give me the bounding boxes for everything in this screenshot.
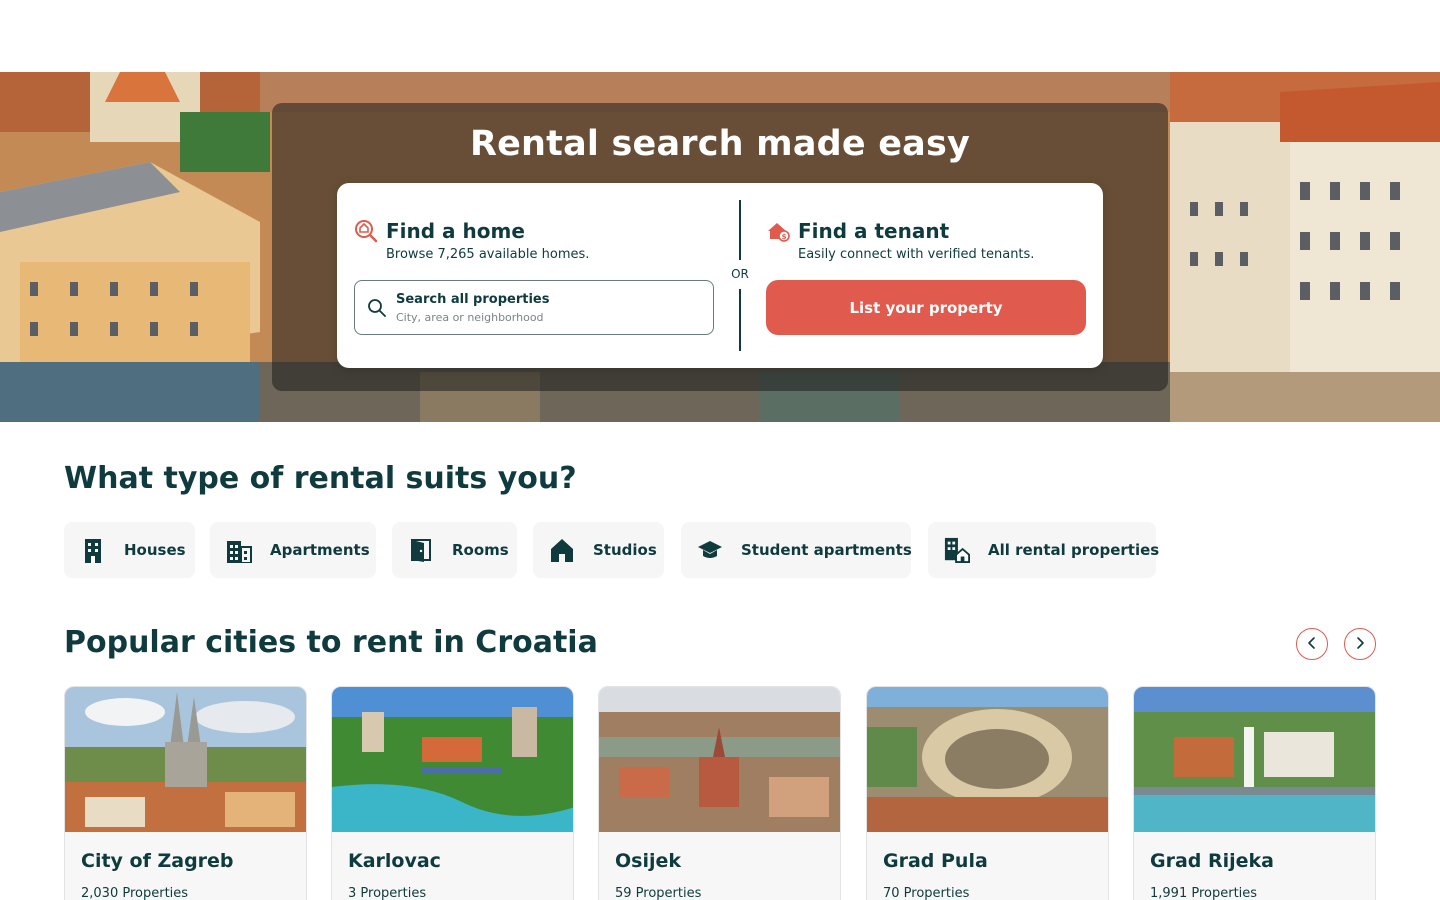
buildings-home-icon xyxy=(944,537,970,563)
search-all-properties-input[interactable]: Search all properties City, area or neig… xyxy=(354,280,714,335)
hero-banner: Rental search made easy Find a home Brow… xyxy=(0,72,1440,422)
chip-studios[interactable]: Studios xyxy=(533,522,664,578)
carousel-next-button[interactable] xyxy=(1344,628,1376,660)
divider-top xyxy=(739,200,741,260)
popular-cities-title: Popular cities to rent in Croatia xyxy=(64,625,598,660)
top-header xyxy=(0,0,1440,72)
chip-label: Rooms xyxy=(452,541,509,559)
chip-label: All rental properties xyxy=(988,541,1160,559)
hero-title: Rental search made easy xyxy=(469,124,971,164)
graduation-cap-icon xyxy=(697,537,723,563)
city-name: Karlovac xyxy=(348,850,441,872)
home-search-icon xyxy=(354,219,378,243)
or-separator: OR xyxy=(731,267,749,281)
chevron-right-icon xyxy=(1354,635,1366,654)
house-building-icon xyxy=(80,537,106,563)
chip-student-apartments[interactable]: Student apartments xyxy=(681,522,912,578)
city-photo xyxy=(332,687,573,832)
rental-types-title: What type of rental suits you? xyxy=(64,461,577,496)
search-input-label: Search all properties xyxy=(396,292,550,307)
find-tenant-heading: $ Find a tenant xyxy=(766,219,949,243)
city-property-count: 3 Properties xyxy=(348,886,427,900)
city-card-zagreb[interactable]: City of Zagreb 2,030 Properties xyxy=(64,686,307,900)
find-tenant-subtitle: Easily connect with verified tenants. xyxy=(798,247,1035,262)
chip-label: Student apartments xyxy=(741,541,912,559)
apartment-building-icon xyxy=(226,537,252,563)
city-photo xyxy=(599,687,840,832)
house-money-icon: $ xyxy=(766,219,790,243)
carousel-prev-button[interactable] xyxy=(1296,628,1328,660)
find-tenant-title: Find a tenant xyxy=(798,219,950,243)
find-home-heading: Find a home xyxy=(354,219,525,243)
find-home-subtitle: Browse 7,265 available homes. xyxy=(386,247,590,262)
door-icon xyxy=(408,537,434,563)
city-photo xyxy=(65,687,306,832)
city-property-count: 2,030 Properties xyxy=(81,886,189,900)
city-name: Grad Pula xyxy=(883,850,988,872)
search-icon xyxy=(367,298,387,318)
chevron-left-icon xyxy=(1306,635,1318,654)
city-photo xyxy=(867,687,1108,832)
svg-text:$: $ xyxy=(782,233,787,241)
home-icon xyxy=(549,537,575,563)
city-name: Osijek xyxy=(615,850,682,872)
city-name: City of Zagreb xyxy=(81,850,234,872)
search-card: Find a home Browse 7,265 available homes… xyxy=(337,183,1103,368)
search-input-placeholder: City, area or neighborhood xyxy=(396,311,544,324)
city-card-pula[interactable]: Grad Pula 70 Properties xyxy=(866,686,1109,900)
chip-all-rental-properties[interactable]: All rental properties xyxy=(928,522,1160,578)
city-card-osijek[interactable]: Osijek 59 Properties xyxy=(598,686,841,900)
chip-rooms[interactable]: Rooms xyxy=(392,522,517,578)
divider-bottom xyxy=(739,289,741,351)
chip-apartments[interactable]: Apartments xyxy=(210,522,376,578)
chip-label: Studios xyxy=(593,541,657,559)
chip-label: Apartments xyxy=(270,541,370,559)
city-property-count: 1,991 Properties xyxy=(1150,886,1258,900)
city-property-count: 59 Properties xyxy=(615,886,702,900)
city-card-karlovac[interactable]: Karlovac 3 Properties xyxy=(331,686,574,900)
find-home-title: Find a home xyxy=(386,219,525,243)
city-name: Grad Rijeka xyxy=(1150,850,1275,872)
city-property-count: 70 Properties xyxy=(883,886,970,900)
list-your-property-button[interactable]: List your property xyxy=(766,280,1086,335)
chip-label: Houses xyxy=(124,541,186,559)
city-photo xyxy=(1134,687,1375,832)
city-card-rijeka[interactable]: Grad Rijeka 1,991 Properties xyxy=(1133,686,1376,900)
chip-houses[interactable]: Houses xyxy=(64,522,195,578)
